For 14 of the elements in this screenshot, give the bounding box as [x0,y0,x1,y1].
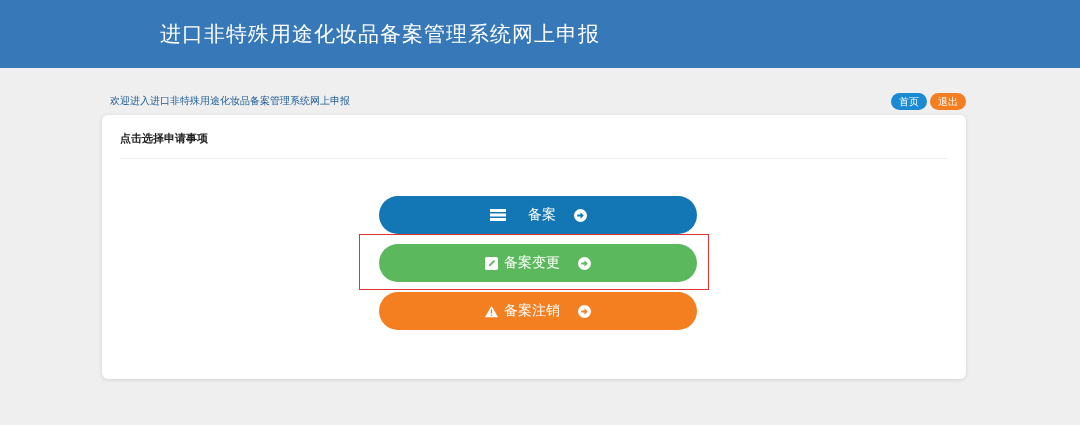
site-title: 进口非特殊用途化妆品备案管理系统网上申报 [160,21,600,48]
option-button[interactable]: 备案注销 [379,292,697,330]
welcome-text: 欢迎进入进口非特殊用途化妆品备案管理系统网上申报 [110,94,350,108]
edit-icon [485,256,498,270]
nav-button[interactable]: 退出 [930,92,966,110]
card-title: 点击选择申请事项 [120,115,948,159]
arrow-circle-icon [578,256,591,270]
option-button[interactable]: 备案 [379,196,697,234]
arrow-circle-icon [578,304,591,318]
nav-button[interactable]: 首页 [891,92,927,110]
option-button[interactable]: 备案变更 [379,244,697,282]
warning-icon [485,304,498,318]
arrow-circle-icon [573,208,587,222]
list-icon [489,209,506,221]
